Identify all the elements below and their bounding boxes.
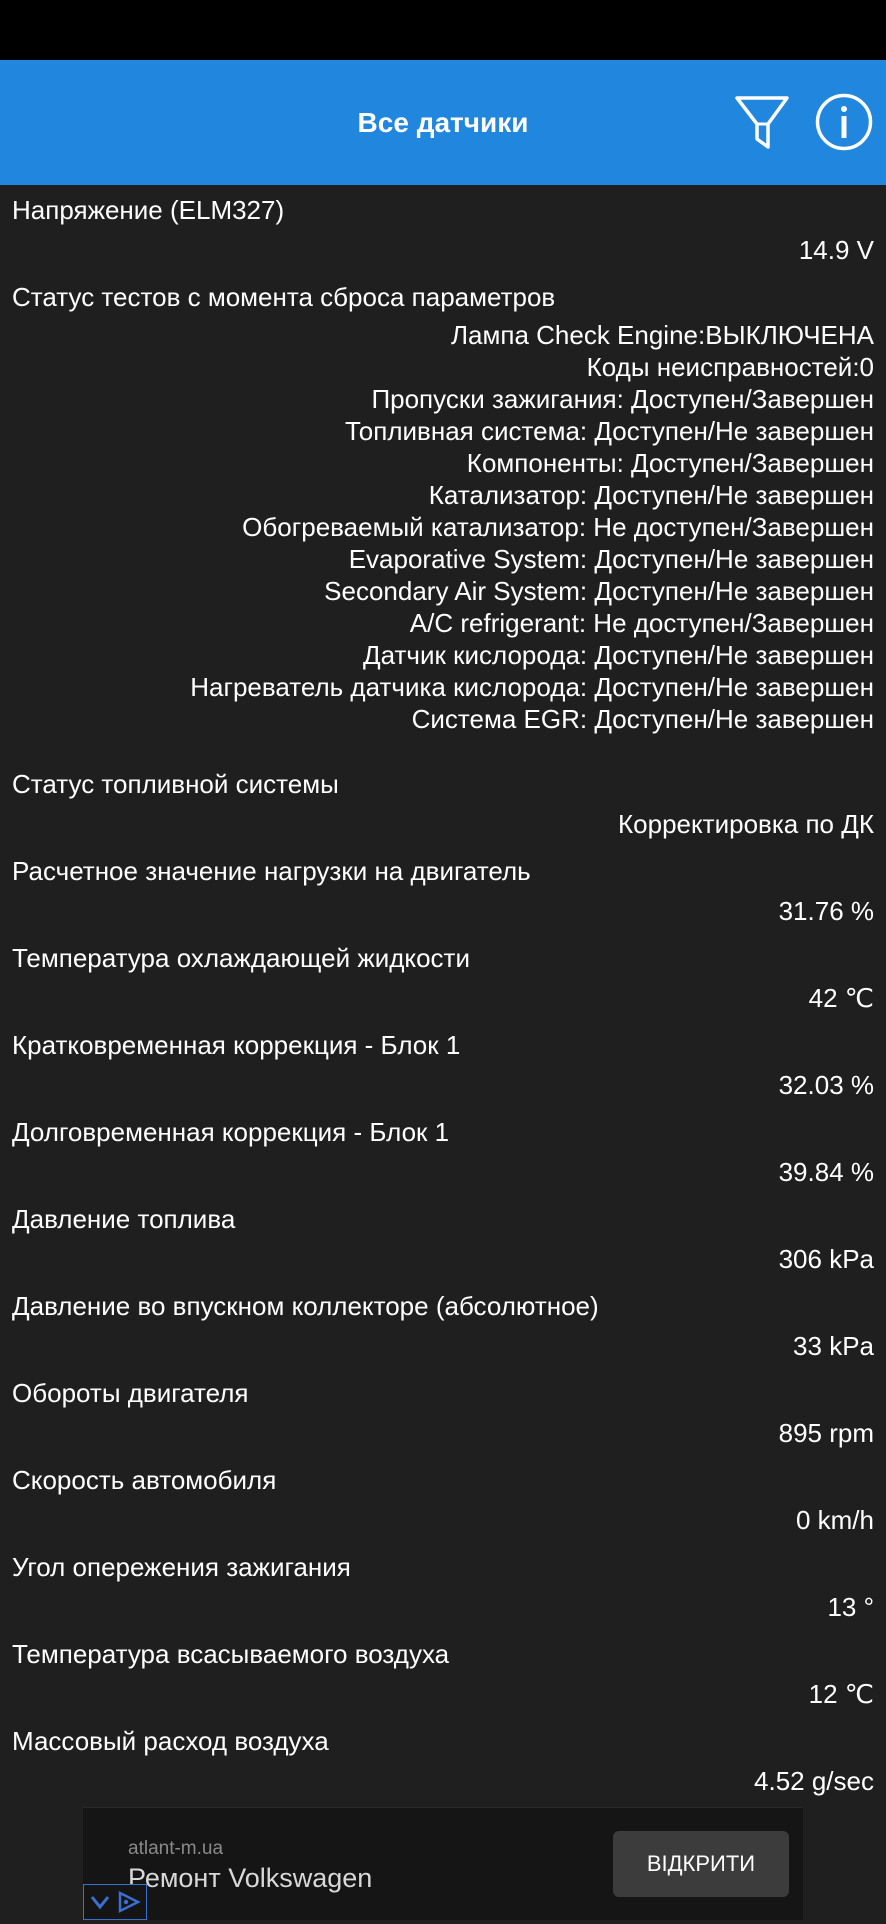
sensor-value: 42 ℃ [808, 983, 874, 1013]
sensor-name: Массовый расход воздуха [12, 1726, 329, 1756]
status-line: Катализатор: Доступен/Не завершен [428, 480, 874, 510]
sensor-item: Обороты двигателя 895 rpm [0, 1368, 886, 1455]
app-bar: Все датчики [0, 60, 886, 185]
sensor-item: Массовый расход воздуха 4.52 g/sec [0, 1716, 886, 1803]
sensor-value: 4.52 g/sec [754, 1766, 874, 1796]
sensor-name: Статус тестов с момента сброса параметро… [12, 282, 556, 312]
sensor-item: Давление во впускном коллекторе (абсолют… [0, 1281, 886, 1368]
status-line: Обогреваемый катализатор: Не доступен/За… [242, 512, 874, 542]
ad-open-button[interactable]: ВІДКРИТИ [613, 1831, 789, 1897]
sensor-name: Температура всасываемого воздуха [12, 1639, 450, 1669]
status-bar [0, 0, 886, 60]
sensor-item: Температура всасываемого воздуха 12 ℃ [0, 1629, 886, 1716]
sensor-name: Долговременная коррекция - Блок 1 [12, 1117, 450, 1147]
sensor-value: 33 kPa [793, 1331, 874, 1361]
adchoices-button[interactable] [83, 1884, 147, 1920]
sensor-item: Расчетное значение нагрузки на двигатель… [0, 846, 886, 933]
status-line: Лампа Check Engine:ВЫКЛЮЧЕНА [450, 320, 874, 350]
sensor-value: 12 ℃ [808, 1679, 874, 1709]
adchoices-icon [90, 1890, 141, 1914]
sensor-value: 14.9 V [798, 235, 874, 265]
sensor-item: Скорость автомобиля 0 km/h [0, 1455, 886, 1542]
sensor-list[interactable]: Напряжение (ELM327) 14.9 V Статус тестов… [0, 185, 886, 1805]
status-line: Secondary Air System: Доступен/Не заверш… [324, 576, 874, 606]
status-line: Компоненты: Доступен/Завершен [466, 448, 874, 478]
sensor-item: Кратковременная коррекция - Блок 1 32.03… [0, 1020, 886, 1107]
sensor-name: Угол опережения зажигания [12, 1552, 351, 1582]
info-button[interactable] [814, 92, 874, 152]
sensor-name: Давление топлива [12, 1204, 236, 1234]
info-icon [815, 93, 873, 151]
status-line: Коды неисправностей:0 [586, 352, 874, 382]
status-line: Evaporative System: Доступен/Не завершен [348, 544, 874, 574]
sensor-value: 32.03 % [778, 1070, 874, 1100]
sensor-value: Корректировка по ДК [618, 809, 874, 839]
sensor-name: Расчетное значение нагрузки на двигатель [12, 856, 531, 886]
ad-banner[interactable]: atlant-m.ua Ремонт Volkswagen ВІДКРИТИ [83, 1807, 803, 1920]
sensor-value: 13 ° [827, 1592, 874, 1622]
sensor-name: Давление во впускном коллекторе (абсолют… [12, 1291, 599, 1321]
sensor-name: Напряжение (ELM327) [12, 195, 285, 225]
status-line: Пропуски зажигания: Доступен/Завершен [371, 384, 874, 414]
sensor-name: Скорость автомобиля [12, 1465, 277, 1495]
status-line: Нагреватель датчика кислорода: Доступен/… [190, 672, 874, 702]
sensor-name: Температура охлаждающей жидкости [12, 943, 470, 973]
sensor-item: Угол опережения зажигания 13 ° [0, 1542, 886, 1629]
sensor-item: Температура охлаждающей жидкости 42 ℃ [0, 933, 886, 1020]
sensor-value: 306 kPa [778, 1244, 874, 1274]
status-line: Система EGR: Доступен/Не завершен [411, 704, 874, 734]
filter-icon [735, 96, 789, 149]
sensor-value: 895 rpm [778, 1418, 874, 1448]
ad-title[interactable]: Ремонт Volkswagen [128, 1863, 372, 1894]
sensor-value: 31.76 % [778, 896, 874, 926]
sensor-item: Напряжение (ELM327) 14.9 V [0, 185, 886, 272]
status-line: A/C refrigerant: Не доступен/Завершен [409, 608, 874, 638]
status-line: Датчик кислорода: Доступен/Не завершен [363, 640, 874, 670]
sensor-name: Статус топливной системы [12, 769, 339, 799]
sensor-name: Кратковременная коррекция - Блок 1 [12, 1030, 461, 1060]
sensor-item: Долговременная коррекция - Блок 1 39.84 … [0, 1107, 886, 1194]
sensor-name: Обороты двигателя [12, 1378, 249, 1408]
sensor-value: 39.84 % [778, 1157, 874, 1187]
status-line: Топливная система: Доступен/Не завершен [344, 416, 874, 446]
sensor-value: 0 km/h [795, 1505, 874, 1535]
ad-domain: atlant-m.ua [128, 1838, 224, 1859]
filter-button[interactable] [733, 92, 791, 152]
sensor-item: Статус тестов с момента сброса параметро… [0, 272, 886, 759]
sensor-value-list: Лампа Check Engine:ВЫКЛЮЧЕНА Коды неиспр… [0, 316, 886, 759]
sensor-item: Статус топливной системы Корректировка п… [0, 759, 886, 846]
sensor-item: Давление топлива 306 kPa [0, 1194, 886, 1281]
